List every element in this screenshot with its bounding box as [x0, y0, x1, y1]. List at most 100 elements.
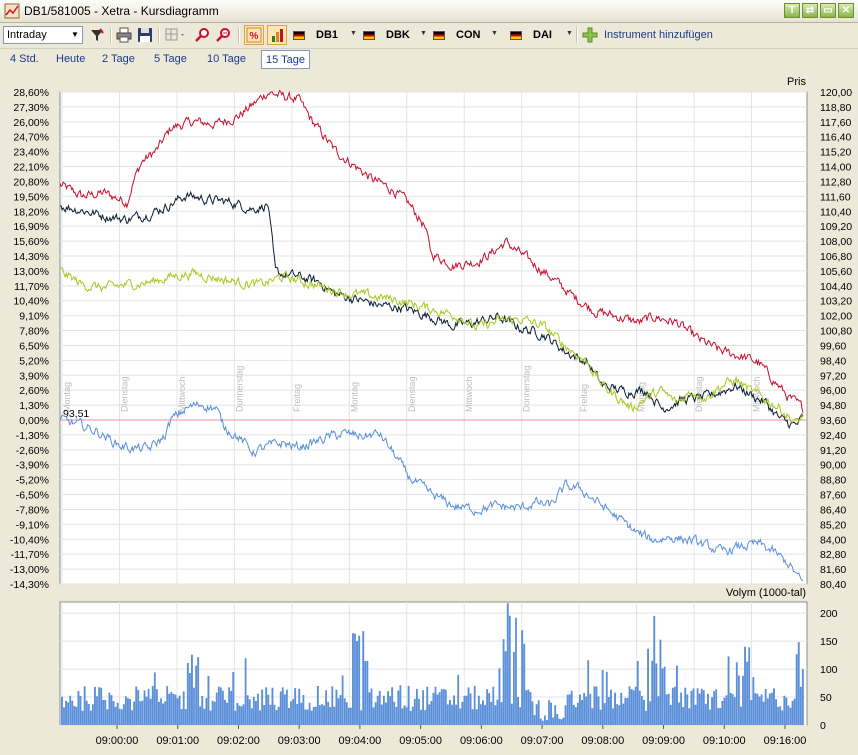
- right-tick-label: 87,60: [820, 490, 846, 502]
- right-tick-label: 105,60: [820, 266, 852, 278]
- right-tick-label: 98,40: [820, 355, 846, 367]
- left-tick-label: 28,60%: [13, 87, 49, 99]
- right-tick-label: 108,00: [820, 236, 852, 248]
- left-tick-label: -11,70%: [11, 549, 49, 561]
- period-tabs: 4 Std. Heute 2 Tage 5 Tage 10 Tage 15 Ta…: [0, 49, 858, 70]
- percent-mode-button[interactable]: %: [244, 25, 264, 45]
- left-tick-label: 16,90%: [13, 221, 49, 233]
- right-tick-label: 116,40: [820, 132, 851, 144]
- left-tick-label: 13,00%: [13, 266, 49, 278]
- tab-5-tage[interactable]: 5 Tage: [150, 50, 191, 69]
- volume-tick-label: 100: [820, 664, 838, 676]
- volume-tick-label: 50: [820, 692, 832, 704]
- left-tick-label: 7,80%: [19, 326, 49, 338]
- left-tick-label: 9,10%: [19, 311, 49, 323]
- left-tick-label: 22,10%: [13, 162, 49, 174]
- zoom-out-icon: [216, 28, 230, 42]
- right-tick-label: 102,00: [820, 311, 852, 323]
- right-tick-label: 115,20: [820, 147, 851, 159]
- left-tick-label: 1,30%: [19, 400, 49, 412]
- day-label: Dienstag: [407, 376, 417, 412]
- day-label: Donnerstag: [522, 365, 532, 412]
- funnel-tool-button[interactable]: [88, 25, 106, 45]
- left-tick-label: 15,60%: [13, 236, 49, 248]
- left-tick-label: 11,70%: [14, 281, 49, 293]
- window-title: DB1/581005 - Xetra - Kursdiagramm: [24, 4, 219, 18]
- instrument-symbol-dai[interactable]: DAI: [533, 29, 552, 41]
- chevron-down-icon[interactable]: ▼: [491, 30, 498, 37]
- save-button[interactable]: [136, 25, 154, 45]
- price-plot-area: [59, 91, 808, 585]
- period-select[interactable]: Intraday ▼: [3, 26, 83, 44]
- left-tick-label: -3,90%: [16, 460, 49, 472]
- right-tick-label: 81,60: [820, 564, 846, 576]
- restore-button[interactable]: ⇄: [802, 3, 818, 18]
- day-label: Dienstag: [119, 376, 129, 412]
- time-tick-label: 09:05:00: [399, 735, 442, 747]
- left-tick-label: 24,70%: [13, 132, 49, 144]
- tab-15-tage[interactable]: 15 Tage: [261, 50, 310, 69]
- price-volume-chart[interactable]: 28,60% 120,00 27,30% 118,80 26,00% 117,60 24,7…: [0, 71, 858, 752]
- germany-flag-icon: [363, 31, 375, 40]
- left-tick-label: 3,90%: [19, 370, 49, 382]
- volume-tick-label: 0: [820, 720, 826, 732]
- time-tick-label: 09:08:00: [581, 735, 624, 747]
- chevron-down-icon[interactable]: ▼: [420, 30, 427, 37]
- right-tick-label: 90,00: [820, 460, 846, 472]
- volume-mode-button[interactable]: [267, 25, 287, 45]
- time-tick-label: 09:03:00: [278, 735, 321, 747]
- time-tick-label: 09:04:00: [338, 735, 381, 747]
- right-tick-label: 92,40: [820, 430, 846, 442]
- day-label: Freitag: [579, 384, 589, 412]
- tab-10-tage[interactable]: 10 Tage: [203, 50, 250, 69]
- zoom-in-button[interactable]: [193, 25, 211, 45]
- right-tick-label: 86,40: [820, 504, 846, 516]
- tab-4-std[interactable]: 4 Std.: [6, 50, 43, 69]
- chart-area: 28,60% 120,00 27,30% 118,80 26,00% 117,60 24,7…: [0, 71, 858, 752]
- left-tick-label: 23,40%: [13, 147, 49, 159]
- zoom-out-button[interactable]: [214, 25, 232, 45]
- left-tick-label: 20,80%: [13, 176, 49, 188]
- right-tick-label: 103,20: [820, 296, 852, 308]
- right-tick-label: 84,00: [820, 534, 846, 546]
- left-tick-label: -2,60%: [16, 445, 49, 457]
- instrument-symbol-db1[interactable]: DB1: [316, 29, 338, 41]
- day-label: Freitag: [292, 384, 302, 412]
- instrument-symbol-dbk[interactable]: DBK: [386, 29, 410, 41]
- instrument-symbol-con[interactable]: CON: [456, 29, 480, 41]
- tab-heute[interactable]: Heute: [52, 50, 89, 69]
- right-tick-label: 106,80: [820, 251, 852, 263]
- time-tick-label: 09:06:00: [460, 735, 503, 747]
- right-tick-label: 117,60: [820, 117, 851, 129]
- left-tick-label: -1,30%: [16, 430, 49, 442]
- printer-icon: [116, 27, 132, 43]
- close-button[interactable]: ✕: [838, 3, 854, 18]
- right-tick-label: 94,80: [820, 400, 846, 412]
- day-label: Dienstag: [694, 376, 704, 412]
- volume-tick-label: 200: [820, 608, 838, 620]
- right-tick-label: 112,80: [820, 176, 851, 188]
- grid-layout-icon: [165, 28, 184, 41]
- left-tick-label: -13,00%: [10, 564, 49, 576]
- maximize-button[interactable]: ▭: [820, 3, 836, 18]
- left-tick-label: 18,20%: [13, 206, 49, 218]
- chevron-down-icon[interactable]: ▼: [68, 27, 82, 43]
- left-tick-label: 19,50%: [13, 191, 49, 203]
- tab-2-tage[interactable]: 2 Tage: [98, 50, 139, 69]
- chevron-down-icon[interactable]: ▼: [350, 30, 357, 37]
- left-tick-label: 2,60%: [19, 385, 49, 397]
- day-label: Donnerstag: [234, 365, 244, 412]
- floppy-disk-icon: [138, 28, 152, 42]
- right-tick-label: 114,00: [820, 162, 851, 174]
- add-instrument-button[interactable]: Instrument hinzufügen: [582, 25, 722, 45]
- print-button[interactable]: [115, 25, 133, 45]
- pin-button[interactable]: T: [784, 3, 800, 18]
- funnel-icon: [91, 28, 104, 41]
- chevron-down-icon[interactable]: ▼: [566, 30, 573, 37]
- left-tick-label: 26,00%: [13, 117, 49, 129]
- day-label: Mittwoch: [464, 376, 474, 412]
- left-tick-label: 27,30%: [13, 102, 49, 114]
- day-label: Mittwoch: [177, 376, 187, 412]
- title-bar: DB1/581005 - Xetra - Kursdiagramm T ⇄ ▭ …: [0, 0, 858, 23]
- layout-menu-button[interactable]: [163, 25, 189, 45]
